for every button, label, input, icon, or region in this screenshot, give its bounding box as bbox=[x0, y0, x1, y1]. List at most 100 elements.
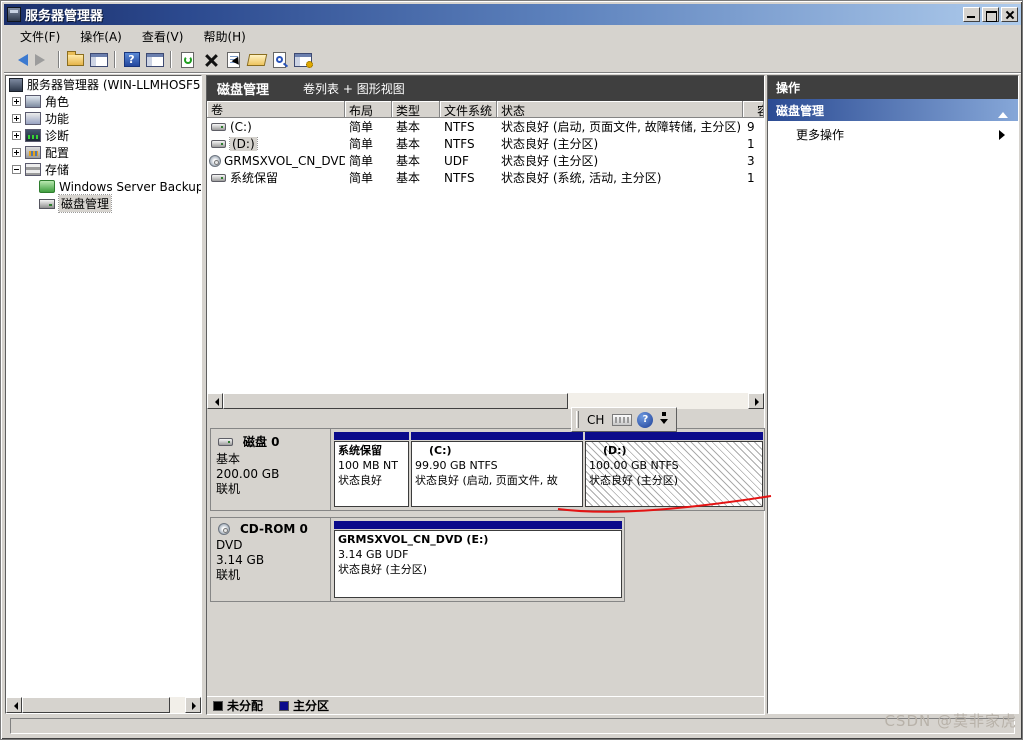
language-bar-options[interactable] bbox=[658, 411, 670, 428]
export-list-button[interactable] bbox=[291, 49, 314, 70]
expand-icon[interactable] bbox=[12, 114, 21, 123]
refresh-button[interactable] bbox=[176, 49, 199, 70]
column-type[interactable]: 类型 bbox=[392, 101, 440, 118]
primary-partition-bar bbox=[585, 432, 763, 440]
column-filesystem[interactable]: 文件系统 bbox=[440, 101, 497, 118]
partition-e-dvd[interactable]: GRMSXVOL_CN_DVD (E:) 3.14 GB UDF 状态良好 (主… bbox=[334, 521, 622, 598]
drive-icon bbox=[211, 122, 226, 131]
actions-section-disk-management[interactable]: 磁盘管理 bbox=[768, 99, 1018, 121]
help-icon: ? bbox=[123, 52, 140, 67]
keyboard-icon[interactable] bbox=[612, 413, 633, 426]
tree-item-label: 功能 bbox=[45, 112, 70, 126]
tree-item-label: 存储 bbox=[45, 163, 70, 177]
page-icon bbox=[227, 51, 245, 70]
volume-row-c[interactable]: (C:) 简单 基本 NTFS 状态良好 (启动, 页面文件, 故障转储, 主分… bbox=[207, 118, 764, 135]
scrollbar-thumb[interactable] bbox=[22, 697, 170, 713]
scroll-right-button[interactable] bbox=[748, 393, 764, 409]
disk-icon bbox=[39, 198, 55, 209]
tree-item-configuration[interactable]: 配置 bbox=[6, 144, 201, 161]
scroll-left-button[interactable] bbox=[207, 393, 223, 409]
roles-icon bbox=[25, 95, 41, 108]
tree-root-server-manager[interactable]: 服务器管理器 (WIN-LLMHOSF573 bbox=[6, 76, 201, 93]
tree-item-diagnostics[interactable]: 诊断 bbox=[6, 127, 201, 144]
disk-name: CD-ROM 0 bbox=[240, 522, 308, 536]
scrollbar-thumb[interactable] bbox=[223, 393, 568, 409]
console-window-icon bbox=[145, 52, 164, 67]
expand-icon[interactable] bbox=[12, 97, 21, 106]
language-button[interactable]: CH bbox=[584, 412, 607, 428]
language-bar-grip[interactable] bbox=[576, 411, 579, 428]
volume-status: 状态良好 (系统, 活动, 主分区) bbox=[501, 171, 662, 185]
configuration-icon bbox=[25, 146, 41, 159]
menu-help[interactable]: 帮助(H) bbox=[193, 26, 255, 48]
toolbar: ? bbox=[4, 47, 1021, 73]
titlebar[interactable]: 服务器管理器 bbox=[4, 4, 1021, 25]
volume-layout: 简单 bbox=[349, 120, 374, 134]
forward-button[interactable] bbox=[31, 49, 54, 70]
expand-icon[interactable] bbox=[12, 148, 21, 157]
tree-item-windows-server-backup[interactable]: Windows Server Backup bbox=[6, 178, 201, 195]
volume-row-e[interactable]: GRMSXVOL_CN_DVD (E:) 简单 基本 UDF 状态良好 (主分区… bbox=[207, 152, 764, 169]
column-capacity[interactable]: 容 bbox=[743, 101, 764, 118]
volume-list-horizontal-scrollbar[interactable] bbox=[207, 393, 764, 409]
tree-horizontal-scrollbar[interactable] bbox=[6, 697, 201, 713]
properties-button[interactable] bbox=[222, 49, 245, 70]
maximize-button[interactable] bbox=[982, 7, 999, 22]
show-console-tree-button[interactable] bbox=[87, 49, 110, 70]
volume-row-d-selected[interactable]: (D:) 简单 基本 NTFS 状态良好 (主分区) 1 bbox=[207, 135, 764, 152]
minimize-button[interactable] bbox=[963, 7, 980, 22]
delete-button[interactable] bbox=[199, 49, 222, 70]
window-title: 服务器管理器 bbox=[25, 9, 104, 24]
column-layout[interactable]: 布局 bbox=[345, 101, 392, 118]
status-bar bbox=[4, 715, 1021, 738]
help-button[interactable]: ? bbox=[120, 49, 143, 70]
menu-action[interactable]: 操作(A) bbox=[70, 26, 132, 48]
tree-item-label: 角色 bbox=[45, 95, 70, 109]
more-actions-item[interactable]: 更多操作 bbox=[768, 121, 1018, 147]
tree-root-label: 服务器管理器 (WIN-LLMHOSF573 bbox=[27, 78, 202, 92]
menu-view[interactable]: 查看(V) bbox=[132, 26, 194, 48]
volume-row-system-reserved[interactable]: 系统保留 简单 基本 NTFS 状态良好 (系统, 活动, 主分区) 1 bbox=[207, 169, 764, 186]
disk-status: 联机 bbox=[216, 568, 241, 582]
language-help-icon[interactable]: ? bbox=[637, 411, 654, 428]
menubar: 文件(F) 操作(A) 查看(V) 帮助(H) bbox=[4, 26, 1021, 47]
column-volume[interactable]: 卷 bbox=[207, 101, 345, 118]
language-bar: CH ? bbox=[571, 407, 678, 432]
tree-item-label: 配置 bbox=[45, 146, 70, 160]
show-action-pane-button[interactable] bbox=[143, 49, 166, 70]
volume-capacity: 1 bbox=[747, 136, 755, 151]
tree-item-disk-management[interactable]: 磁盘管理 bbox=[6, 194, 201, 213]
find-button[interactable] bbox=[268, 49, 291, 70]
tree-item-storage[interactable]: 存储 bbox=[6, 161, 201, 178]
disk-0-label[interactable]: 磁盘 0 基本 200.00 GB 联机 bbox=[211, 429, 331, 510]
close-button[interactable] bbox=[1001, 7, 1018, 22]
back-button[interactable] bbox=[8, 49, 31, 70]
panel-subtitle: 卷列表 + 图形视图 bbox=[303, 82, 405, 96]
open-button[interactable] bbox=[245, 49, 268, 70]
storage-icon bbox=[25, 163, 41, 176]
collapse-icon[interactable] bbox=[12, 165, 21, 174]
primary-partition-bar bbox=[411, 432, 583, 440]
server-manager-window: 服务器管理器 文件(F) 操作(A) 查看(V) 帮助(H) ? 服务器管理器 … bbox=[0, 0, 1023, 740]
menu-file[interactable]: 文件(F) bbox=[10, 26, 70, 48]
actions-panel: 操作 磁盘管理 更多操作 bbox=[767, 75, 1019, 714]
drive-icon bbox=[211, 173, 226, 182]
volume-status: 状态良好 (主分区) bbox=[501, 154, 599, 168]
drive-icon bbox=[218, 437, 233, 446]
tree-item-features[interactable]: 功能 bbox=[6, 110, 201, 127]
up-level-button[interactable] bbox=[64, 49, 87, 70]
primary-partition-bar bbox=[334, 432, 409, 440]
collapse-section-icon[interactable] bbox=[998, 107, 1008, 118]
expand-icon[interactable] bbox=[12, 131, 21, 140]
column-status[interactable]: 状态 bbox=[497, 101, 743, 118]
console-tree-panel: 服务器管理器 (WIN-LLMHOSF573 角色 功能 诊断 配置 存储 Wi… bbox=[5, 75, 202, 714]
partition-system-reserved[interactable]: 系统保留 100 MB NT 状态良好 bbox=[334, 432, 409, 507]
scroll-left-button[interactable] bbox=[6, 697, 22, 713]
scroll-right-button[interactable] bbox=[185, 697, 201, 713]
tree-item-roles[interactable]: 角色 bbox=[6, 93, 201, 110]
chevron-down-icon bbox=[660, 418, 669, 428]
partition-status: 状态良好 (主分区) bbox=[338, 563, 428, 576]
volume-filesystem: NTFS bbox=[444, 170, 475, 185]
cdrom-0-label[interactable]: CD-ROM 0 DVD 3.14 GB 联机 bbox=[211, 518, 331, 601]
toolbar-separator bbox=[114, 51, 116, 68]
